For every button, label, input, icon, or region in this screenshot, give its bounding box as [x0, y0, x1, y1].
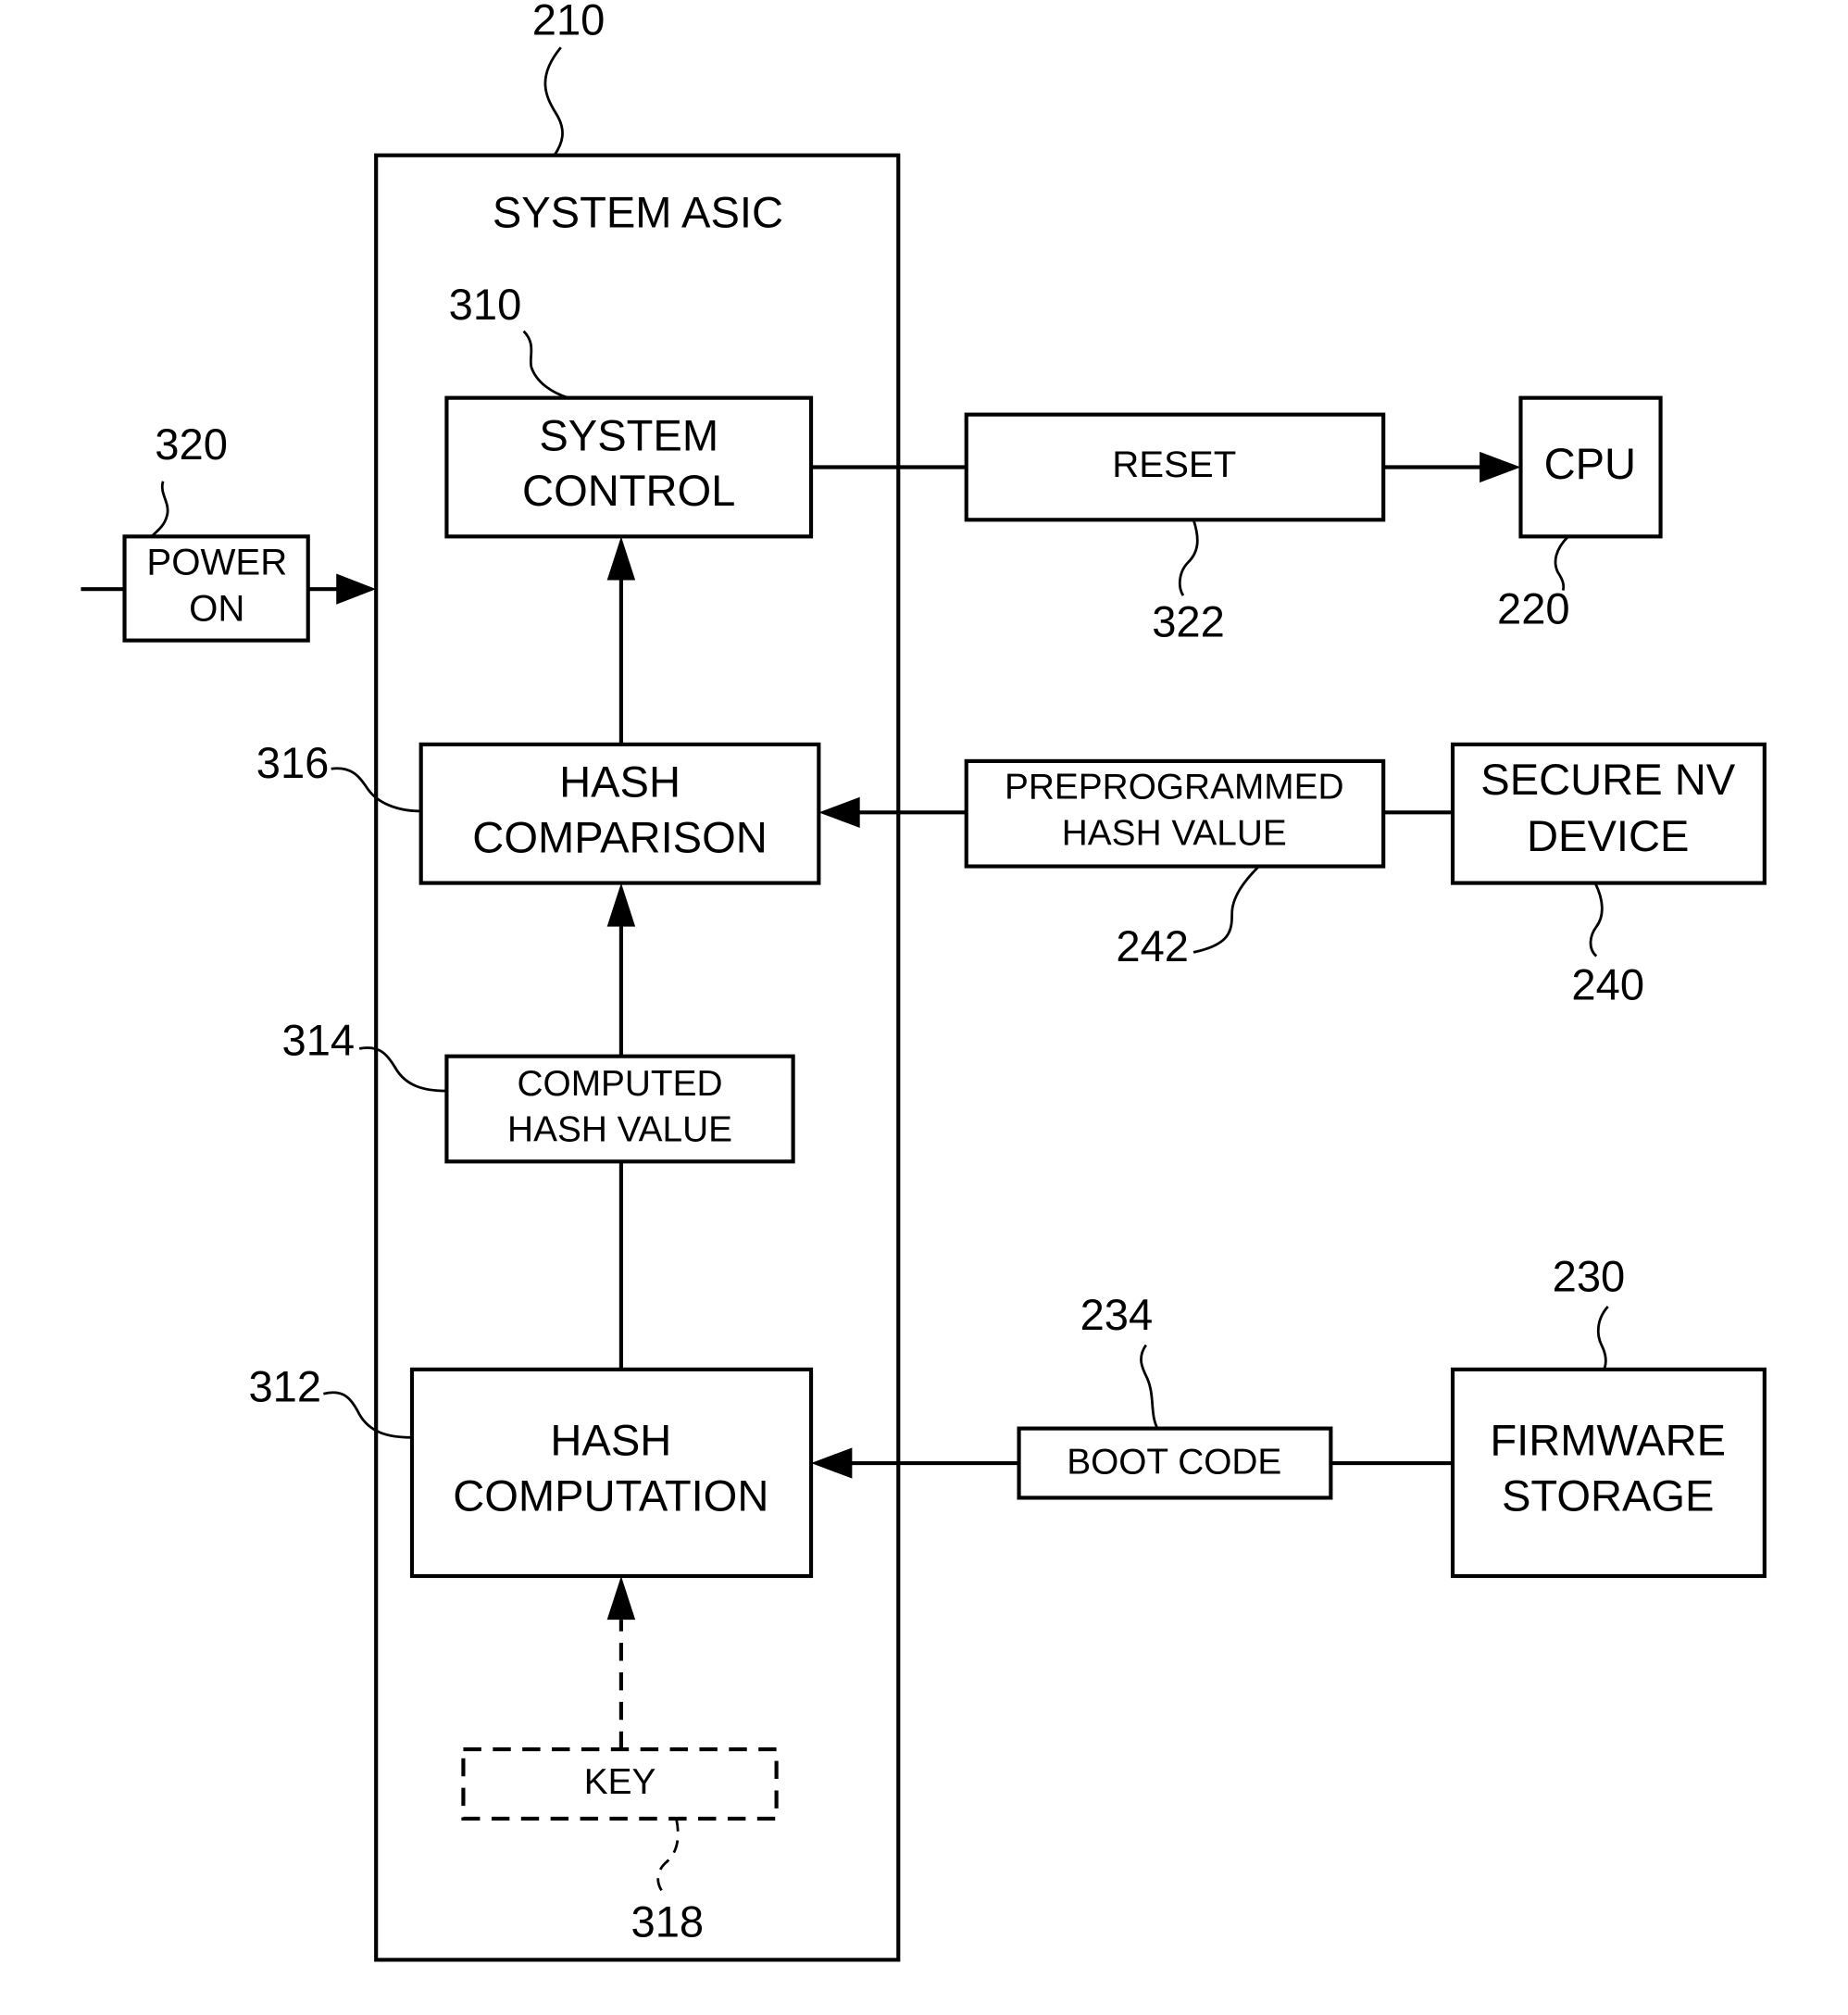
ref-314: 314	[282, 1015, 356, 1064]
preprogrammed-hash-block: PREPROGRAMMED HASH VALUE 242	[818, 758, 1386, 970]
reset-to-cpu-arrowhead	[1480, 451, 1521, 483]
hash-computation-block: HASH COMPUTATION 312	[248, 1361, 814, 1579]
power-on-line1: POWER	[146, 541, 287, 582]
block-diagram: SYSTEM ASIC 210 SYSTEM CONTROL 310 POWER…	[81, 0, 1767, 1962]
hash-comparison-line2: COMPARISON	[472, 812, 767, 861]
leader-322	[1178, 519, 1199, 596]
power-on-arrowhead	[336, 573, 377, 605]
power-on-line2: ON	[189, 587, 244, 629]
cpu-label: CPU	[1544, 439, 1636, 488]
hash-comparison-block: HASH COMPARISON 316	[256, 738, 821, 885]
secure-nv-block: SECURE NV DEVICE 240	[1383, 742, 1767, 1009]
hash-computation-line2: COMPUTATION	[453, 1471, 768, 1520]
leader-210	[543, 46, 564, 156]
ref-320: 320	[155, 419, 228, 469]
ref-230: 230	[1553, 1251, 1626, 1300]
ref-234: 234	[1080, 1290, 1154, 1339]
hash-comparison-line1: HASH	[559, 757, 681, 807]
secure-nv-line1: SECURE NV	[1480, 755, 1735, 804]
leader-230	[1596, 1306, 1609, 1370]
secure-nv-line2: DEVICE	[1527, 811, 1689, 860]
ref-210: 210	[532, 0, 606, 44]
firmware-storage-line2: STORAGE	[1502, 1471, 1715, 1520]
leader-234	[1140, 1344, 1159, 1430]
ref-312: 312	[248, 1361, 321, 1410]
ref-240: 240	[1571, 960, 1644, 1009]
cpu-block: CPU 220	[1383, 395, 1663, 633]
ref-316: 316	[256, 738, 330, 787]
firmware-storage-block: FIRMWARE STORAGE 230	[1330, 1251, 1767, 1579]
system-control-line1: SYSTEM	[539, 410, 718, 459]
ref-318: 318	[631, 1896, 704, 1946]
reset-label: RESET	[1112, 444, 1236, 485]
computed-hash-line1: COMPUTED	[518, 1064, 723, 1104]
leader-320	[150, 481, 169, 538]
leader-220	[1554, 535, 1569, 591]
system-asic-title: SYSTEM ASIC	[493, 187, 783, 236]
power-on-block: POWER ON 320	[81, 419, 377, 643]
ref-220: 220	[1497, 584, 1570, 633]
leader-240	[1589, 882, 1604, 957]
boot-code-label: BOOT CODE	[1067, 1443, 1281, 1483]
ref-242: 242	[1116, 921, 1189, 970]
preprogrammed-hash-line1: PREPROGRAMMED	[1005, 768, 1343, 807]
computed-hash-line2: HASH VALUE	[507, 1110, 732, 1150]
ref-310: 310	[449, 280, 522, 329]
key-label: KEY	[584, 1762, 656, 1802]
preprogrammed-hash-line2: HASH VALUE	[1062, 814, 1287, 854]
leader-242	[1192, 865, 1260, 954]
system-control-line2: CONTROL	[522, 466, 735, 515]
firmware-storage-line1: FIRMWARE	[1490, 1416, 1726, 1465]
ref-322: 322	[1152, 596, 1225, 645]
hash-computation-line1: HASH	[550, 1416, 671, 1465]
